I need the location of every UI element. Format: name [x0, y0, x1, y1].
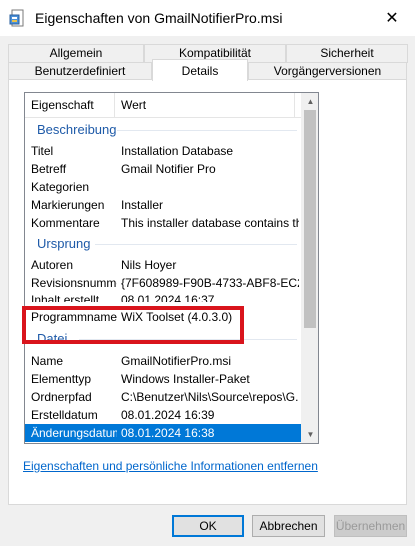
- list-header: Eigenschaft Wert: [25, 93, 301, 118]
- list-item[interactable]: Inhalt erstellt 08.01.2024 16:37: [25, 292, 301, 302]
- title-bar: Eigenschaften von GmailNotifierPro.msi ✕: [0, 0, 415, 36]
- remove-properties-link[interactable]: Eigenschaften und persönliche Informatio…: [23, 459, 318, 473]
- details-panel: Eigenschaft Wert Beschreibung Titel Insta…: [8, 79, 407, 505]
- list-rows: Beschreibung Titel Installation Database …: [25, 118, 301, 442]
- ok-button[interactable]: OK: [172, 515, 244, 537]
- group-header-datei[interactable]: Datei: [25, 330, 301, 352]
- group-label: Ursprung: [37, 236, 91, 251]
- tab-allgemein[interactable]: Allgemein: [8, 44, 144, 63]
- list-item[interactable]: Elementtyp Windows Installer-Paket: [25, 370, 301, 388]
- tab-sicherheit[interactable]: Sicherheit: [286, 44, 408, 63]
- tab-details[interactable]: Details: [152, 59, 248, 81]
- list-item[interactable]: Ordnerpfad C:\Benutzer\Nils\Source\repos\…: [25, 388, 301, 406]
- list-item-selected[interactable]: Änderungsdatum 08.01.2024 16:38: [25, 424, 301, 442]
- group-divider: [79, 339, 297, 340]
- msi-file-icon: [9, 9, 24, 27]
- list-item[interactable]: Revisionsnummer{7F608989-F90B-4733-ABF8-…: [25, 274, 301, 292]
- properties-list[interactable]: Eigenschaft Wert Beschreibung Titel Insta…: [24, 92, 319, 444]
- list-item[interactable]: Titel Installation Database: [25, 142, 301, 160]
- column-header-value[interactable]: Wert: [115, 93, 295, 118]
- list-item[interactable]: Betreff Gmail Notifier Pro: [25, 160, 301, 178]
- list-item[interactable]: Kommentare This installer database contai…: [25, 214, 301, 232]
- list-item[interactable]: Name GmailNotifierPro.msi: [25, 352, 301, 370]
- scrollbar-thumb[interactable]: [304, 110, 316, 328]
- cancel-button[interactable]: Abbrechen: [252, 515, 325, 537]
- group-label: Datei: [37, 331, 68, 346]
- column-header-property[interactable]: Eigenschaft: [25, 93, 115, 118]
- list-item-programmname[interactable]: Programmname WiX Toolset (4.0.3.0): [25, 302, 301, 330]
- close-button[interactable]: ✕: [369, 0, 415, 36]
- window-title: Eigenschaften von GmailNotifierPro.msi: [35, 10, 283, 26]
- close-icon: ✕: [385, 10, 399, 27]
- scroll-up-arrow-icon[interactable]: ▲: [302, 93, 318, 110]
- group-divider: [117, 130, 297, 131]
- group-divider: [95, 244, 297, 245]
- list-item[interactable]: Kategorien: [25, 178, 301, 196]
- apply-button[interactable]: Übernehmen: [334, 515, 407, 537]
- list-item[interactable]: Erstelldatum 08.01.2024 16:39: [25, 406, 301, 424]
- group-header-ursprung[interactable]: Ursprung: [25, 232, 301, 256]
- group-label: Beschreibung: [37, 122, 117, 137]
- group-header-beschreibung[interactable]: Beschreibung: [25, 118, 301, 142]
- list-item[interactable]: Autoren Nils Hoyer: [25, 256, 301, 274]
- scroll-down-arrow-icon[interactable]: ▼: [302, 426, 318, 443]
- list-item[interactable]: Markierungen Installer: [25, 196, 301, 214]
- vertical-scrollbar[interactable]: ▲ ▼: [301, 93, 318, 443]
